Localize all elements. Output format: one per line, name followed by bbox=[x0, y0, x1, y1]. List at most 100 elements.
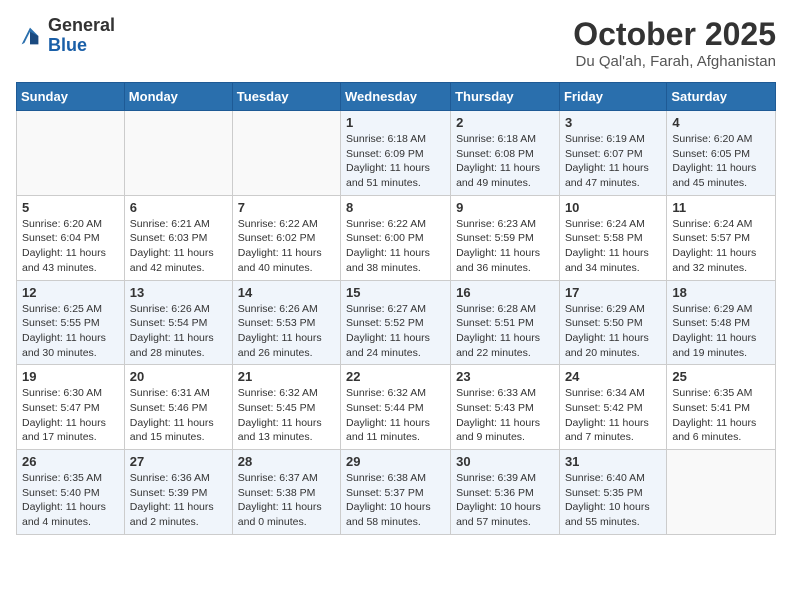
day-number: 17 bbox=[565, 285, 661, 300]
logo-text: General Blue bbox=[48, 16, 115, 56]
day-info: Sunrise: 6:28 AMSunset: 5:51 PMDaylight:… bbox=[456, 302, 554, 361]
day-number: 7 bbox=[238, 200, 335, 215]
calendar-cell: 10 Sunrise: 6:24 AMSunset: 5:58 PMDayligh… bbox=[559, 195, 666, 280]
day-info: Sunrise: 6:35 AMSunset: 5:41 PMDaylight:… bbox=[672, 386, 770, 445]
calendar-cell: 28 Sunrise: 6:37 AMSunset: 5:38 PMDayligh… bbox=[232, 450, 340, 535]
day-number: 4 bbox=[672, 115, 770, 130]
calendar-cell: 9 Sunrise: 6:23 AMSunset: 5:59 PMDaylight… bbox=[451, 195, 560, 280]
day-info: Sunrise: 6:29 AMSunset: 5:48 PMDaylight:… bbox=[672, 302, 770, 361]
calendar-cell: 20 Sunrise: 6:31 AMSunset: 5:46 PMDayligh… bbox=[124, 365, 232, 450]
day-info: Sunrise: 6:33 AMSunset: 5:43 PMDaylight:… bbox=[456, 386, 554, 445]
day-info: Sunrise: 6:22 AMSunset: 6:00 PMDaylight:… bbox=[346, 217, 445, 276]
day-info: Sunrise: 6:24 AMSunset: 5:57 PMDaylight:… bbox=[672, 217, 770, 276]
calendar-cell: 25 Sunrise: 6:35 AMSunset: 5:41 PMDayligh… bbox=[667, 365, 776, 450]
day-number: 20 bbox=[130, 369, 227, 384]
calendar-cell: 11 Sunrise: 6:24 AMSunset: 5:57 PMDayligh… bbox=[667, 195, 776, 280]
day-number: 22 bbox=[346, 369, 445, 384]
day-info: Sunrise: 6:39 AMSunset: 5:36 PMDaylight:… bbox=[456, 471, 554, 530]
calendar-cell bbox=[124, 111, 232, 196]
day-info: Sunrise: 6:26 AMSunset: 5:54 PMDaylight:… bbox=[130, 302, 227, 361]
day-number: 24 bbox=[565, 369, 661, 384]
calendar-table: SundayMondayTuesdayWednesdayThursdayFrid… bbox=[16, 82, 776, 535]
calendar-cell bbox=[17, 111, 125, 196]
calendar-cell: 8 Sunrise: 6:22 AMSunset: 6:00 PMDaylight… bbox=[341, 195, 451, 280]
calendar-cell: 3 Sunrise: 6:19 AMSunset: 6:07 PMDaylight… bbox=[559, 111, 666, 196]
logo: General Blue bbox=[16, 16, 115, 56]
day-info: Sunrise: 6:20 AMSunset: 6:05 PMDaylight:… bbox=[672, 132, 770, 191]
weekday-header: Thursday bbox=[451, 83, 560, 111]
day-info: Sunrise: 6:23 AMSunset: 5:59 PMDaylight:… bbox=[456, 217, 554, 276]
day-number: 16 bbox=[456, 285, 554, 300]
calendar-cell: 7 Sunrise: 6:22 AMSunset: 6:02 PMDaylight… bbox=[232, 195, 340, 280]
day-number: 6 bbox=[130, 200, 227, 215]
calendar-cell: 2Sunrise: 6:18 AMSunset: 6:08 PMDaylight… bbox=[451, 111, 560, 196]
day-number: 21 bbox=[238, 369, 335, 384]
day-info: Sunrise: 6:36 AMSunset: 5:39 PMDaylight:… bbox=[130, 471, 227, 530]
weekday-header: Saturday bbox=[667, 83, 776, 111]
day-info: Sunrise: 6:27 AMSunset: 5:52 PMDaylight:… bbox=[346, 302, 445, 361]
day-info: Sunrise: 6:19 AMSunset: 6:07 PMDaylight:… bbox=[565, 132, 661, 191]
calendar-cell: 15Sunrise: 6:27 AMSunset: 5:52 PMDayligh… bbox=[341, 280, 451, 365]
day-number: 10 bbox=[565, 200, 661, 215]
day-number: 11 bbox=[672, 200, 770, 215]
day-number: 27 bbox=[130, 454, 227, 469]
day-info: Sunrise: 6:31 AMSunset: 5:46 PMDaylight:… bbox=[130, 386, 227, 445]
page-header: General Blue October 2025 Du Qal'ah, Far… bbox=[16, 16, 776, 70]
calendar-cell: 29 Sunrise: 6:38 AMSunset: 5:37 PMDayligh… bbox=[341, 450, 451, 535]
month-title: October 2025 bbox=[573, 16, 776, 53]
day-number: 13 bbox=[130, 285, 227, 300]
day-number: 29 bbox=[346, 454, 445, 469]
day-number: 8 bbox=[346, 200, 445, 215]
day-info: Sunrise: 6:38 AMSunset: 5:37 PMDaylight:… bbox=[346, 471, 445, 530]
calendar-week-row: 26 Sunrise: 6:35 AMSunset: 5:40 PMDayligh… bbox=[17, 450, 776, 535]
day-number: 1 bbox=[346, 115, 445, 130]
day-info: Sunrise: 6:32 AMSunset: 5:45 PMDaylight:… bbox=[238, 386, 335, 445]
day-info: Sunrise: 6:20 AMSunset: 6:04 PMDaylight:… bbox=[22, 217, 119, 276]
weekday-header: Friday bbox=[559, 83, 666, 111]
calendar-cell: 16 Sunrise: 6:28 AMSunset: 5:51 PMDayligh… bbox=[451, 280, 560, 365]
calendar-cell: 26 Sunrise: 6:35 AMSunset: 5:40 PMDayligh… bbox=[17, 450, 125, 535]
day-number: 9 bbox=[456, 200, 554, 215]
day-info: Sunrise: 6:29 AMSunset: 5:50 PMDaylight:… bbox=[565, 302, 661, 361]
day-number: 19 bbox=[22, 369, 119, 384]
day-info: Sunrise: 6:21 AMSunset: 6:03 PMDaylight:… bbox=[130, 217, 227, 276]
day-number: 18 bbox=[672, 285, 770, 300]
calendar-week-row: 12 Sunrise: 6:25 AMSunset: 5:55 PMDayligh… bbox=[17, 280, 776, 365]
day-number: 5 bbox=[22, 200, 119, 215]
calendar-cell: 14 Sunrise: 6:26 AMSunset: 5:53 PMDayligh… bbox=[232, 280, 340, 365]
day-number: 23 bbox=[456, 369, 554, 384]
day-info: Sunrise: 6:26 AMSunset: 5:53 PMDaylight:… bbox=[238, 302, 335, 361]
calendar-cell: 21 Sunrise: 6:32 AMSunset: 5:45 PMDayligh… bbox=[232, 365, 340, 450]
calendar-cell: 12 Sunrise: 6:25 AMSunset: 5:55 PMDayligh… bbox=[17, 280, 125, 365]
day-info: Sunrise: 6:34 AMSunset: 5:42 PMDaylight:… bbox=[565, 386, 661, 445]
day-number: 26 bbox=[22, 454, 119, 469]
calendar-cell: 31 Sunrise: 6:40 AMSunset: 5:35 PMDayligh… bbox=[559, 450, 666, 535]
day-number: 25 bbox=[672, 369, 770, 384]
day-info: Sunrise: 6:37 AMSunset: 5:38 PMDaylight:… bbox=[238, 471, 335, 530]
day-info: Sunrise: 6:24 AMSunset: 5:58 PMDaylight:… bbox=[565, 217, 661, 276]
day-info: Sunrise: 6:18 AMSunset: 6:09 PMDaylight:… bbox=[346, 132, 445, 191]
location: Du Qal'ah, Farah, Afghanistan bbox=[573, 53, 776, 70]
day-info: Sunrise: 6:22 AMSunset: 6:02 PMDaylight:… bbox=[238, 217, 335, 276]
day-number: 3 bbox=[565, 115, 661, 130]
calendar-cell: 5 Sunrise: 6:20 AMSunset: 6:04 PMDaylight… bbox=[17, 195, 125, 280]
day-number: 14 bbox=[238, 285, 335, 300]
calendar-cell: 18 Sunrise: 6:29 AMSunset: 5:48 PMDayligh… bbox=[667, 280, 776, 365]
day-number: 31 bbox=[565, 454, 661, 469]
day-info: Sunrise: 6:25 AMSunset: 5:55 PMDaylight:… bbox=[22, 302, 119, 361]
day-info: Sunrise: 6:32 AMSunset: 5:44 PMDaylight:… bbox=[346, 386, 445, 445]
calendar-cell: 23 Sunrise: 6:33 AMSunset: 5:43 PMDayligh… bbox=[451, 365, 560, 450]
day-info: Sunrise: 6:40 AMSunset: 5:35 PMDaylight:… bbox=[565, 471, 661, 530]
weekday-header-row: SundayMondayTuesdayWednesdayThursdayFrid… bbox=[17, 83, 776, 111]
calendar-cell: 6 Sunrise: 6:21 AMSunset: 6:03 PMDaylight… bbox=[124, 195, 232, 280]
weekday-header: Monday bbox=[124, 83, 232, 111]
day-info: Sunrise: 6:35 AMSunset: 5:40 PMDaylight:… bbox=[22, 471, 119, 530]
day-info: Sunrise: 6:18 AMSunset: 6:08 PMDaylight:… bbox=[456, 132, 554, 191]
day-number: 28 bbox=[238, 454, 335, 469]
day-number: 12 bbox=[22, 285, 119, 300]
weekday-header: Tuesday bbox=[232, 83, 340, 111]
weekday-header: Sunday bbox=[17, 83, 125, 111]
weekday-header: Wednesday bbox=[341, 83, 451, 111]
calendar-cell: 4 Sunrise: 6:20 AMSunset: 6:05 PMDaylight… bbox=[667, 111, 776, 196]
logo-blue: Blue bbox=[48, 36, 115, 56]
